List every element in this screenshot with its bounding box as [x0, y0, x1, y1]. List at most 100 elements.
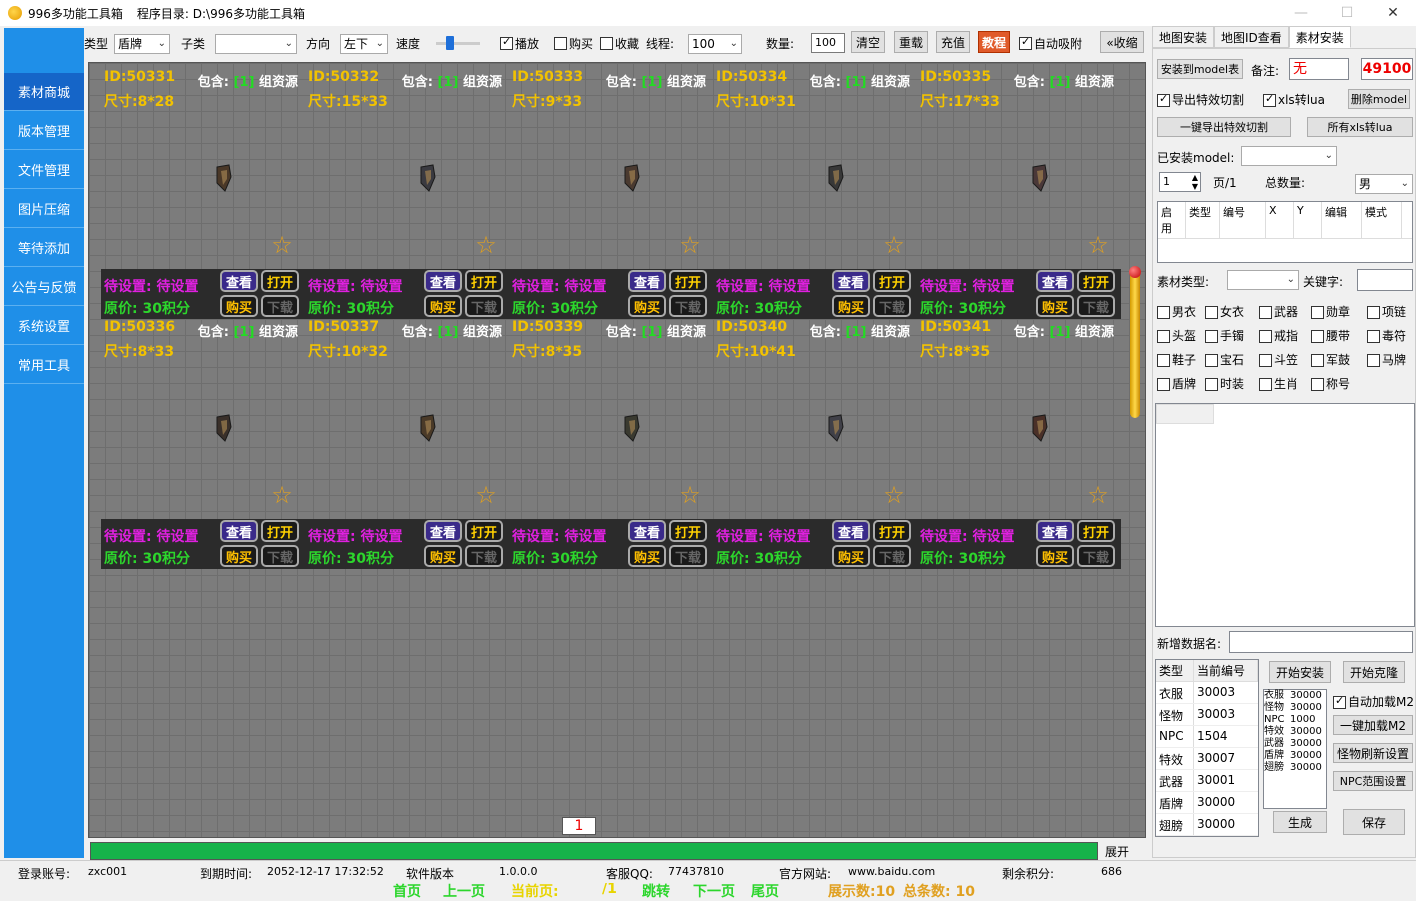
type-select[interactable]: 盾牌 ⌄	[114, 34, 170, 54]
buy-button[interactable]: 购买	[1036, 545, 1074, 567]
pager-jump[interactable]: 跳转	[642, 881, 670, 901]
sidebar-item-notice-feedback[interactable]: 公告与反馈	[4, 268, 84, 306]
category-check-icon[interactable]	[1205, 354, 1218, 367]
material-card[interactable]: ID:50332 尺寸:15*33 包含: [1] 组资源 ☆ 待设置: 待设置 原价: …	[305, 63, 509, 319]
tab-map-id-view[interactable]: 地图ID查看	[1214, 26, 1289, 48]
category-check-icon[interactable]	[1157, 378, 1170, 391]
auto-attach-check-icon[interactable]	[1019, 35, 1032, 50]
type-table-row[interactable]: 衣服 30003	[1156, 682, 1258, 704]
category-check-icon[interactable]	[1367, 330, 1380, 343]
start-clone-button[interactable]: 开始克隆	[1343, 661, 1405, 683]
speed-slider-thumb[interactable]	[446, 36, 454, 50]
category-checkbox[interactable]: 勋章	[1311, 303, 1350, 320]
model-table-header[interactable]: Y	[1294, 202, 1322, 238]
type-table-row[interactable]: 特效 30007	[1156, 748, 1258, 770]
favorite-star-icon[interactable]: ☆	[677, 483, 703, 509]
maximize-button[interactable]: ☐	[1324, 0, 1370, 26]
code-input[interactable]: 49100	[1361, 58, 1413, 80]
open-button[interactable]: 打开	[465, 270, 503, 292]
category-check-icon[interactable]	[1367, 306, 1380, 319]
open-button[interactable]: 打开	[1077, 270, 1115, 292]
view-button[interactable]: 查看	[220, 270, 258, 292]
type-table-row[interactable]: 怪物 30003	[1156, 704, 1258, 726]
category-check-icon[interactable]	[1157, 330, 1170, 343]
category-check-icon[interactable]	[1367, 354, 1380, 367]
category-check-icon[interactable]	[1259, 354, 1272, 367]
favorite-star-icon[interactable]: ☆	[881, 483, 907, 509]
material-card[interactable]: ID:50334 尺寸:10*31 包含: [1] 组资源 ☆ 待设置: 待设置 原价: …	[713, 63, 917, 319]
category-check-icon[interactable]	[1259, 330, 1272, 343]
model-table-header[interactable]: 类型	[1186, 202, 1220, 238]
category-checkbox[interactable]: 鞋子	[1157, 351, 1196, 368]
material-card[interactable]: ID:50341 尺寸:8*35 包含: [1] 组资源 ☆ 待设置: 待设置 原价: 3…	[917, 313, 1121, 569]
category-check-icon[interactable]	[1311, 354, 1324, 367]
buy-button[interactable]: 购买	[832, 545, 870, 567]
view-button[interactable]: 查看	[424, 270, 462, 292]
pager-first[interactable]: 首页	[393, 881, 421, 901]
favorite-star-icon[interactable]: ☆	[881, 233, 907, 259]
collect-check-icon[interactable]	[600, 36, 613, 50]
open-button[interactable]: 打开	[261, 270, 299, 292]
thread-select[interactable]: 100 ⌄	[688, 34, 742, 54]
category-checkbox[interactable]: 男衣	[1157, 303, 1196, 320]
count-input[interactable]: 100	[811, 33, 845, 53]
open-button[interactable]: 打开	[465, 520, 503, 542]
material-card[interactable]: ID:50335 尺寸:17*33 包含: [1] 组资源 ☆ 待设置: 待设置 原价: …	[917, 63, 1121, 319]
sidebar-item-image-compress[interactable]: 图片压缩	[4, 190, 84, 228]
clear-button[interactable]: 清空	[851, 31, 885, 53]
category-checkbox[interactable]: 武器	[1259, 303, 1298, 320]
download-button[interactable]: 下载	[873, 545, 911, 567]
material-card[interactable]: ID:50339 尺寸:8*35 包含: [1] 组资源 ☆ 待设置: 待设置 原价: 3…	[509, 313, 713, 569]
expand-button[interactable]: 展开	[1100, 842, 1134, 860]
installed-model-select[interactable]: ⌄	[1241, 146, 1337, 166]
play-checkbox[interactable]: 播放	[500, 28, 539, 58]
category-checkbox[interactable]: 头盔	[1157, 327, 1196, 344]
xls-lua-checkbox[interactable]: xls转lua	[1263, 91, 1325, 108]
model-table-header[interactable]: 启用	[1158, 202, 1186, 238]
model-table-header[interactable]: 模式	[1362, 202, 1402, 238]
speed-slider[interactable]	[436, 36, 480, 50]
view-button[interactable]: 查看	[628, 270, 666, 292]
material-type-select[interactable]: ⌄	[1227, 270, 1299, 290]
spin-arrows-icon[interactable]: ▲ ▼	[1192, 173, 1198, 191]
view-button[interactable]: 查看	[1036, 270, 1074, 292]
category-check-icon[interactable]	[1311, 378, 1324, 391]
npc-range-button[interactable]: NPC范围设置	[1333, 771, 1413, 791]
category-checkbox[interactable]: 军鼓	[1311, 351, 1350, 368]
category-checkbox[interactable]: 腰带	[1311, 327, 1350, 344]
play-check-icon[interactable]	[500, 35, 513, 50]
generate-button[interactable]: 生成	[1273, 811, 1327, 833]
sidebar-item-pending-add[interactable]: 等待添加	[4, 229, 84, 267]
material-card[interactable]: ID:50337 尺寸:10*32 包含: [1] 组资源 ☆ 待设置: 待设置 原价: …	[305, 313, 509, 569]
type-table-row[interactable]: 盾牌 30000	[1156, 792, 1258, 814]
tab-material-install[interactable]: 素材安装	[1288, 26, 1351, 48]
material-card[interactable]: ID:50333 尺寸:9*33 包含: [1] 组资源 ☆ 待设置: 待设置 原价: 3…	[509, 63, 713, 319]
xls-lua-check-icon[interactable]	[1263, 92, 1276, 107]
material-card[interactable]: ID:50336 尺寸:8*33 包含: [1] 组资源 ☆ 待设置: 待设置 原价: 3…	[101, 313, 305, 569]
close-button[interactable]: ✕	[1370, 0, 1416, 26]
tutorial-button[interactable]: 教程	[978, 31, 1010, 53]
category-check-icon[interactable]	[1205, 330, 1218, 343]
type-table-row[interactable]: 武器 30001	[1156, 770, 1258, 792]
type-table-row[interactable]: 翅膀 30000	[1156, 814, 1258, 836]
save-button[interactable]: 保存	[1343, 809, 1405, 835]
category-checkbox[interactable]: 称号	[1311, 375, 1350, 392]
category-checkbox[interactable]: 项链	[1367, 303, 1406, 320]
view-button[interactable]: 查看	[832, 520, 870, 542]
open-button[interactable]: 打开	[261, 520, 299, 542]
buy-button[interactable]: 购买	[220, 545, 258, 567]
keyword-input[interactable]	[1357, 269, 1413, 291]
number-cell[interactable]: 30003	[1194, 704, 1258, 725]
download-button[interactable]: 下载	[1077, 545, 1115, 567]
category-check-icon[interactable]	[1205, 378, 1218, 391]
auto-load-m2-checkbox[interactable]: 自动加载M2	[1333, 693, 1414, 710]
category-check-icon[interactable]	[1259, 306, 1272, 319]
site-value[interactable]: www.baidu.com	[848, 865, 935, 878]
view-button[interactable]: 查看	[220, 520, 258, 542]
category-checkbox[interactable]: 时装	[1205, 375, 1244, 392]
buy-button[interactable]: 购买	[424, 545, 462, 567]
open-button[interactable]: 打开	[669, 270, 707, 292]
auto-attach-checkbox[interactable]: 自动吸附	[1019, 28, 1082, 58]
gender-select[interactable]: 男 ⌄	[1355, 174, 1413, 194]
minimize-button[interactable]: —	[1278, 0, 1324, 26]
